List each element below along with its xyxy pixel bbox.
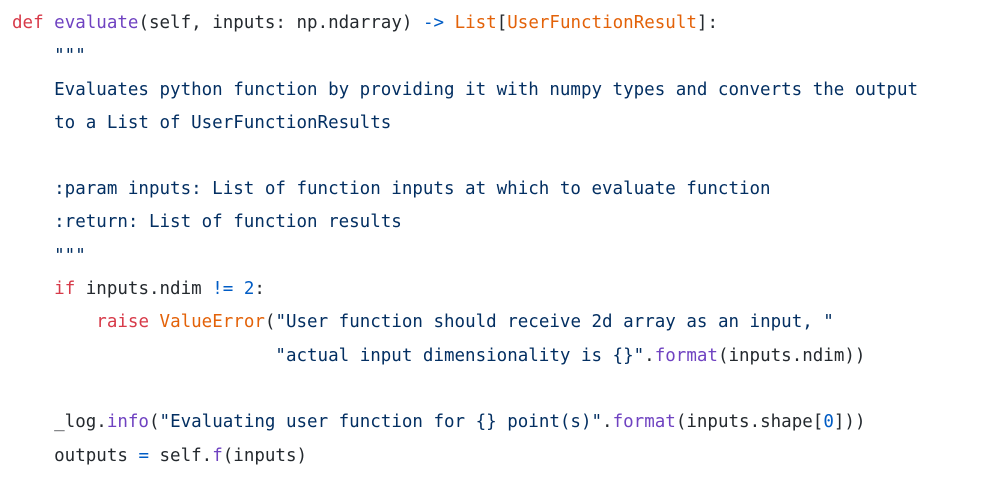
code-token: (inputs.shape[ [675,412,824,432]
code-token: -> [422,13,445,33]
code-token: outputs [12,446,139,466]
code-token: format [612,412,676,432]
code-token: = [138,446,149,466]
code-token: 0 [823,412,834,432]
code-line-9: if inputs.ndim != 2: [12,276,265,302]
code-token: """ [12,246,86,266]
code-line-11: "actual input dimensionality is {}".form… [12,343,865,369]
code-token: ValueError [159,312,265,332]
code-line-2: """ [12,43,86,69]
code-token: ( [148,412,160,432]
code-token: _log. [12,412,107,432]
code-line-3: Evaluates python function by providing i… [12,77,918,103]
code-line-13: _log.info("Evaluating user function for … [12,409,865,435]
code-token: ])) [833,412,866,432]
code-token: (inputs) [222,446,308,466]
code-token: . [644,346,655,366]
code-line-8: """ [12,243,86,269]
code-token: ]: [696,13,718,33]
code-token: if [54,279,76,299]
code-line-4: to a List of UserFunctionResults [12,110,391,136]
code-token: != [212,279,234,299]
code-token: format [654,346,718,366]
code-token: raise [96,312,149,332]
code-token: def [12,13,44,33]
code-token: Evaluates python function by providing i… [12,80,919,100]
code-token: "Evaluating user function for {} point(s… [159,412,603,432]
code-token: . [602,412,613,432]
code-token: info [106,412,149,432]
code-token: 2 [243,279,255,299]
code-line-1: def evaluate(self, inputs: np.ndarray) -… [12,10,718,36]
code-editor[interactable]: def evaluate(self, inputs: np.ndarray) -… [0,0,986,481]
code-token: (self, inputs: np.ndarray) [138,13,423,33]
code-token: (inputs.ndim)) [717,346,866,366]
code-token: :param inputs: List of function inputs a… [12,179,771,199]
code-token: ( [264,312,276,332]
code-token: self. [148,446,213,466]
code-line-7: :return: List of function results [12,209,402,235]
code-token: f [212,446,223,466]
code-line-14: outputs = self.f(inputs) [12,443,307,469]
code-token: UserFunctionResult [507,13,697,33]
code-token: [ [496,13,508,33]
code-token: "User function should receive 2d array a… [275,312,834,332]
code-token: inputs.ndim [75,279,213,299]
code-line-10: raise ValueError("User function should r… [12,309,834,335]
code-token: "actual input dimensionality is {}" [275,346,645,366]
code-token: to a List of UserFunctionResults [12,113,392,133]
code-token: :return: List of function results [12,212,402,232]
code-token: List [454,13,497,33]
code-token: """ [12,46,86,66]
code-line-6: :param inputs: List of function inputs a… [12,176,771,202]
code-token: evaluate [54,13,139,33]
code-token: : [254,279,265,299]
